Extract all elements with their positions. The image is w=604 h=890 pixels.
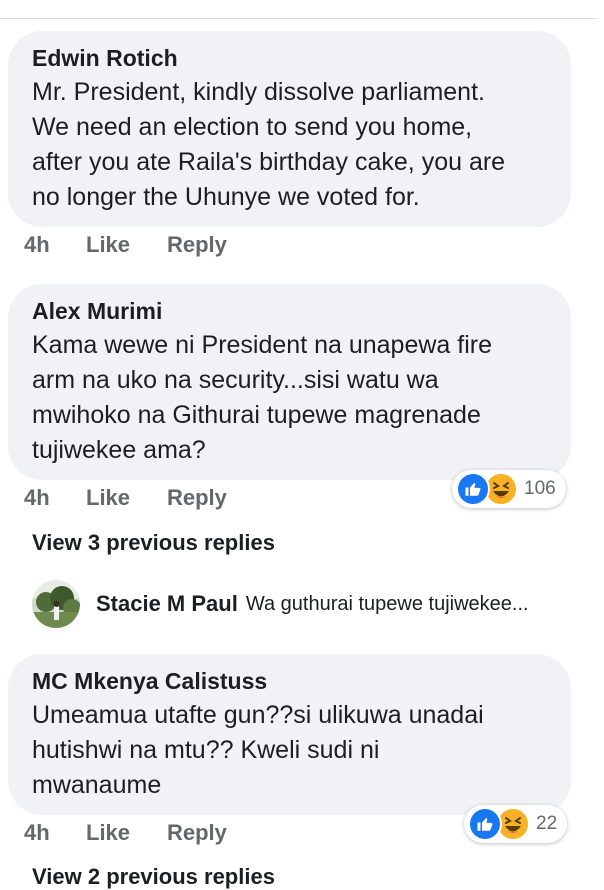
- avatar[interactable]: [32, 580, 80, 628]
- comment-timestamp[interactable]: 4h: [24, 232, 86, 258]
- like-button[interactable]: Like: [86, 820, 167, 846]
- comment-author[interactable]: Alex Murimi: [32, 297, 547, 325]
- reply-button[interactable]: Reply: [167, 820, 227, 846]
- view-previous-replies-link[interactable]: View 3 previous replies: [32, 530, 275, 556]
- thumbs-up-icon: [468, 807, 502, 841]
- comment-actions: 4h Like Reply: [24, 485, 227, 511]
- top-divider: [0, 18, 598, 19]
- comment-bubble: MC Mkenya Calistuss Umeamua utafte gun??…: [8, 654, 571, 815]
- comment-bubble: Alex Murimi Kama wewe ni President na un…: [8, 284, 571, 480]
- comment-alex-murimi: Alex Murimi Kama wewe ni President na un…: [8, 284, 571, 480]
- reply-button[interactable]: Reply: [167, 485, 227, 511]
- comment-text: Mr. President, kindly dissolve parliamen…: [32, 78, 506, 211]
- comment-mc-mkenya-calistuss: MC Mkenya Calistuss Umeamua utafte gun??…: [8, 654, 571, 815]
- comment-actions: 4h Like Reply: [24, 232, 227, 258]
- view-previous-replies-link[interactable]: View 2 previous replies: [32, 864, 275, 890]
- like-button[interactable]: Like: [86, 232, 167, 258]
- comment-edwin-rotich: Edwin Rotich Mr. President, kindly disso…: [8, 31, 571, 227]
- latest-reply-preview[interactable]: Stacie M Paul Wa guthurai tupewe tujiwek…: [32, 580, 529, 628]
- reply-author[interactable]: Stacie M Paul: [96, 591, 238, 617]
- comment-actions: 4h Like Reply: [24, 820, 227, 846]
- comment-timestamp[interactable]: 4h: [24, 820, 86, 846]
- reaction-count: 22: [536, 813, 558, 834]
- reply-text: Wa guthurai tupewe tujiwekee...: [245, 592, 529, 615]
- right-edge: [598, 0, 604, 880]
- thumbs-up-icon: [456, 472, 490, 506]
- comment-text: Umeamua utafte gun??si ulikuwa unadai hu…: [32, 701, 484, 799]
- like-button[interactable]: Like: [86, 485, 167, 511]
- comment-author[interactable]: MC Mkenya Calistuss: [32, 667, 547, 695]
- reaction-summary[interactable]: 106: [452, 470, 566, 508]
- comment-timestamp[interactable]: 4h: [24, 485, 86, 511]
- reaction-count: 106: [524, 478, 556, 499]
- comment-author[interactable]: Edwin Rotich: [32, 44, 547, 72]
- reply-button[interactable]: Reply: [167, 232, 227, 258]
- comment-bubble: Edwin Rotich Mr. President, kindly disso…: [8, 31, 571, 227]
- comment-text: Kama wewe ni President na unapewa fire a…: [32, 331, 492, 464]
- reaction-summary[interactable]: 22: [464, 805, 568, 843]
